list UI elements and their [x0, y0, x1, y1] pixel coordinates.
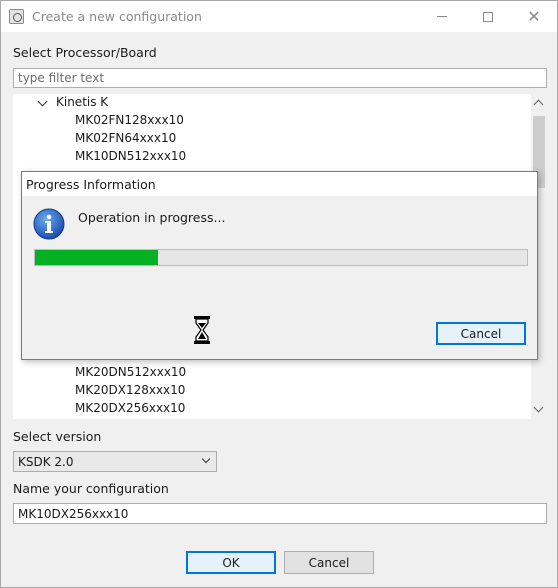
progress-dialog-title-bar: Progress Information	[22, 172, 537, 196]
maximize-button[interactable]	[465, 1, 511, 32]
version-label: Select version	[13, 429, 102, 444]
configuration-window: Create a new configuration ✕ Select Proc…	[0, 0, 558, 588]
close-button[interactable]: ✕	[511, 1, 557, 32]
minimize-button[interactable]	[419, 1, 465, 32]
progress-dialog-title: Progress Information	[26, 177, 156, 192]
maximize-icon	[483, 11, 493, 22]
version-select-value: KSDK 2.0	[18, 455, 74, 469]
tree-group-kinetis-k[interactable]: Kinetis K	[56, 95, 108, 109]
configuration-name-input[interactable]	[13, 503, 547, 524]
tree-item[interactable]: MK10DN512xxx10	[75, 149, 186, 163]
minimize-icon	[437, 16, 447, 17]
progress-cancel-button[interactable]: Cancel	[436, 322, 526, 345]
tree-item[interactable]: MK20DX256xxx10	[75, 401, 185, 415]
progress-bar-fill	[35, 250, 158, 265]
tree-item[interactable]: MK02FN128xxx10	[75, 113, 184, 127]
tree-item[interactable]: MK02FN64xxx10	[75, 131, 176, 145]
hourglass-cursor-icon	[194, 316, 210, 344]
progress-dialog: Progress Information Operation in progre…	[21, 171, 538, 360]
configuration-name-label: Name your configuration	[13, 481, 169, 496]
progress-bar	[34, 249, 528, 266]
version-select[interactable]: KSDK 2.0	[13, 451, 217, 472]
scroll-down-icon[interactable]	[533, 402, 544, 413]
ok-button[interactable]: OK	[186, 551, 276, 574]
info-icon	[33, 208, 65, 240]
scroll-up-icon[interactable]	[533, 99, 544, 110]
close-icon: ✕	[527, 6, 541, 26]
chevron-down-icon	[37, 96, 48, 107]
progress-message: Operation in progress...	[78, 210, 226, 225]
tree-item[interactable]: MK20DX128xxx10	[75, 383, 185, 397]
app-icon	[9, 9, 24, 24]
chevron-down-icon	[201, 454, 211, 464]
window-title: Create a new configuration	[32, 9, 202, 24]
tree-item[interactable]: MK20DN512xxx10	[75, 365, 186, 379]
cancel-button[interactable]: Cancel	[284, 551, 374, 574]
processor-label: Select Processor/Board	[13, 45, 157, 60]
filter-input[interactable]	[13, 68, 547, 88]
title-bar: Create a new configuration ✕	[1, 1, 557, 32]
